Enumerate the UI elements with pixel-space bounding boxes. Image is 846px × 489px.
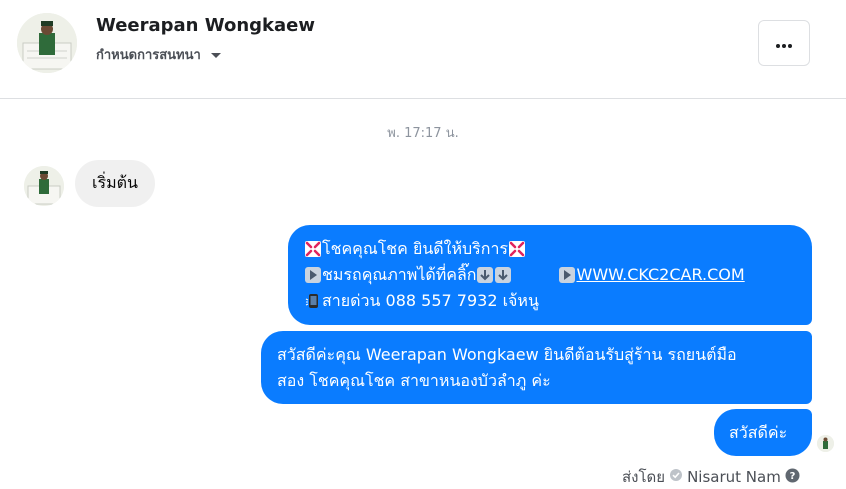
contact-name[interactable]: Weerapan Wongkaew [96,15,315,36]
verified-check-icon [669,468,683,486]
message-line: สอง โชคคุณโชค สาขาหนองบัวลำภู ค่ะ [277,368,798,394]
help-question-icon[interactable]: ? [785,468,800,487]
message-line-text: สายด่วน 088 557 7932 เจ้หนู [322,291,539,310]
conversation-header: Weerapan Wongkaew กำหนดการสนทนา [0,0,846,99]
svg-text:?: ? [789,471,795,482]
message-line: สวัสดีค่ะคุณ Weerapan Wongkaew ยินดีต้อน… [277,342,798,368]
down-arrow-emoji [477,267,494,284]
message-line-text: สอง โชคคุณโชค สาขาหนองบัวลำภู ค่ะ [277,371,551,390]
conversation-settings-label: กำหนดการสนทนา [96,48,201,63]
message-text: สวัสดีค่ะ [729,422,788,442]
message-line-text: ชมรถคุณภาพได้ที่คลิ๊ก [322,265,477,284]
anger-symbol-emoji [304,241,321,258]
play-button-emoji [559,267,576,284]
outgoing-message[interactable]: สวัสดีค่ะคุณ Weerapan Wongkaew ยินดีต้อน… [261,331,812,404]
caret-down-icon [209,48,223,62]
sender-name[interactable]: Nisarut Nam [687,468,781,486]
play-button-emoji [304,267,321,284]
outgoing-message[interactable]: โชคคุณโชค ยินดีให้บริการ ชมรถคุณภาพได้ที… [288,225,812,325]
more-options-button[interactable] [758,20,810,66]
message-line-text: สวัสดีค่ะคุณ Weerapan Wongkaew ยินดีต้อน… [277,345,737,364]
contact-avatar[interactable] [17,13,77,73]
conversation-window: Weerapan Wongkaew กำหนดการสนทนา พ. 17:17… [0,0,846,489]
message-line: สายด่วน 088 557 7932 เจ้หนู [304,288,798,314]
message-timestamp: พ. 17:17 น. [387,126,459,141]
sent-by-info: ส่งโดย Nisarut Nam ? [622,465,800,489]
incoming-message[interactable]: เริ่มต้น [75,160,155,207]
incoming-message-text: เริ่มต้น [92,173,138,192]
website-link[interactable]: WWW.CKC2CAR.COM [577,262,745,288]
seen-avatar [817,435,834,452]
message-line: ชมรถคุณภาพได้ที่คลิ๊ก WWW.CKC2CAR.COM [304,262,798,288]
down-arrow-emoji [495,267,512,284]
conversation-settings-dropdown[interactable]: กำหนดการสนทนา [96,44,223,65]
sender-avatar[interactable] [24,166,64,206]
more-dots-icon [775,34,793,53]
message-line: โชคคุณโชค ยินดีให้บริการ [304,236,798,262]
mobile-phone-emoji [304,293,321,310]
sent-by-label: ส่งโดย [622,468,666,486]
outgoing-message[interactable]: สวัสดีค่ะ [714,409,812,456]
message-line-text: โชคคุณโชค ยินดีให้บริการ [322,239,509,258]
anger-symbol-emoji [508,241,525,258]
